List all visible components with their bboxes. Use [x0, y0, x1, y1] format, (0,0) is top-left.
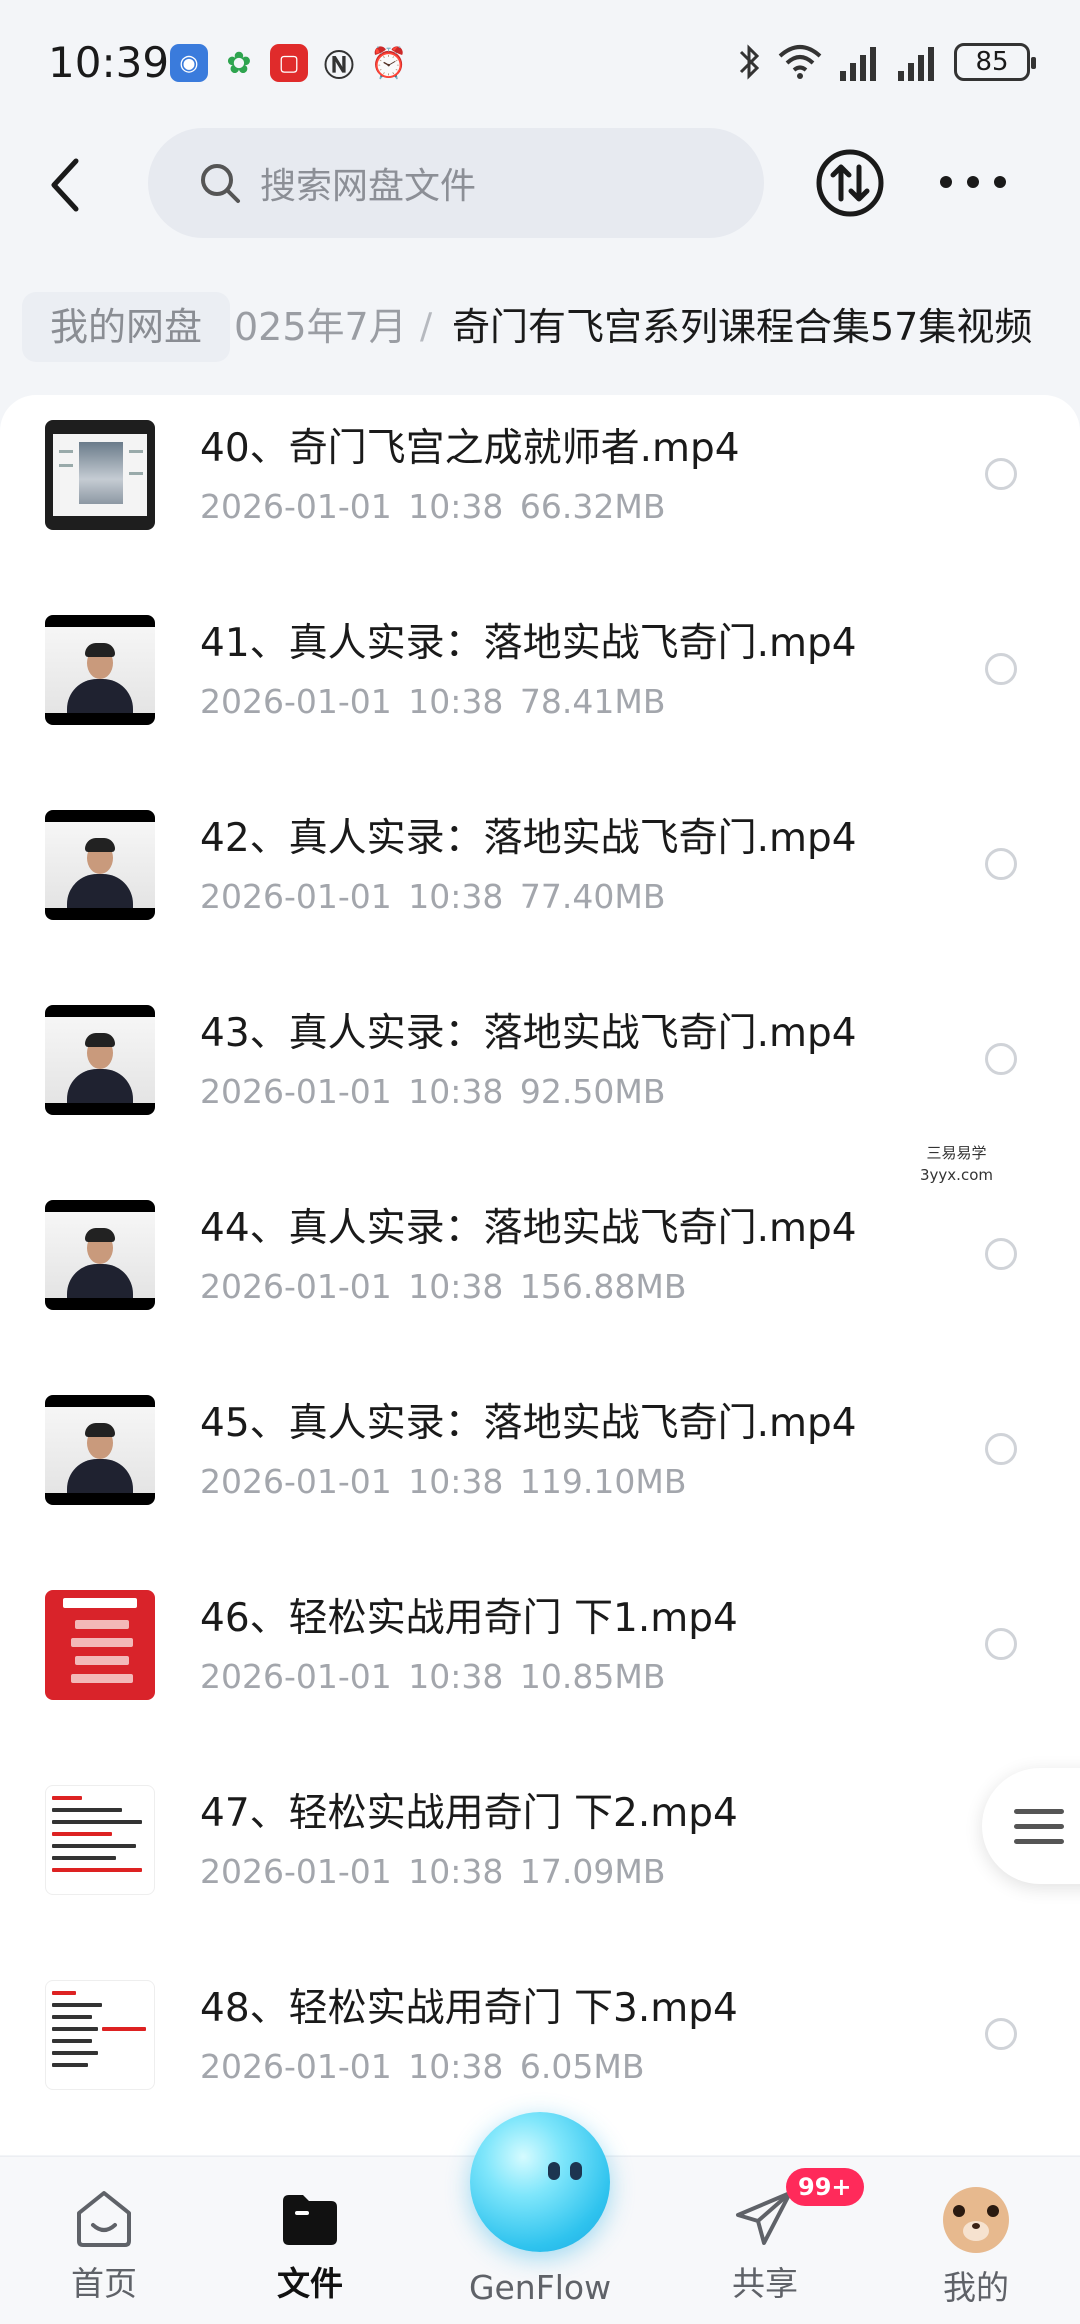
file-name: 48、轻松实战用奇门 下3.mp4	[200, 1986, 738, 2031]
file-meta: 2026-01-01 10:38 6.05MB	[200, 2047, 645, 2086]
file-row[interactable]: 43、真人实录：落地实战飞奇门.mp4 2026-01-01 10:38 92.…	[0, 980, 1080, 1175]
notification-icons: ◉ ✿ ▢ Ⓝ ⏰	[170, 44, 408, 84]
back-button[interactable]	[38, 150, 94, 220]
nav-home[interactable]: 首页	[34, 2187, 174, 2305]
more-options-button[interactable]	[940, 160, 1006, 204]
select-checkbox[interactable]	[985, 848, 1017, 880]
status-time: 10:39	[48, 38, 170, 87]
transfer-list-button[interactable]	[814, 147, 886, 219]
video-thumbnail	[45, 1590, 155, 1700]
file-meta: 2026-01-01 10:38 156.88MB	[200, 1267, 687, 1306]
nfc-icon: Ⓝ	[324, 49, 354, 84]
video-thumbnail	[45, 1005, 155, 1115]
breadcrumb-current: 奇门有飞宫系列课程合集57集视频	[452, 305, 1033, 349]
more-dot-icon	[994, 176, 1006, 188]
select-checkbox[interactable]	[985, 1628, 1017, 1660]
nav-files[interactable]: 文件	[240, 2187, 380, 2305]
file-meta: 2026-01-01 10:38 10.85MB	[200, 1657, 666, 1696]
select-checkbox[interactable]	[985, 1043, 1017, 1075]
file-meta: 2026-01-01 10:38 77.40MB	[200, 877, 666, 916]
file-row[interactable]: 40、奇门飞宫之成就师者.mp4 2026-01-01 10:38 66.32M…	[0, 395, 1080, 590]
home-icon	[77, 2191, 131, 2247]
more-dot-icon	[967, 176, 979, 188]
signal-icon-2	[898, 47, 934, 81]
video-thumbnail	[45, 420, 155, 530]
search-icon	[201, 164, 240, 203]
file-row[interactable]: 41、真人实录：落地实战飞奇门.mp4 2026-01-01 10:38 78.…	[0, 590, 1080, 785]
red-app-icon: ▢	[270, 44, 308, 82]
status-right: 85	[736, 42, 1036, 82]
file-name: 44、真人实录：落地实战飞奇门.mp4	[200, 1206, 857, 1251]
file-row[interactable]: 46、轻松实战用奇门 下1.mp4 2026-01-01 10:38 10.85…	[0, 1565, 1080, 1760]
alarm-off-icon: ⏰	[370, 45, 408, 81]
bluetooth-icon	[739, 44, 760, 80]
file-row[interactable]: 45、真人实录：落地实战飞奇门.mp4 2026-01-01 10:38 119…	[0, 1370, 1080, 1565]
status-bar: 10:39 ◉ ✿ ▢ Ⓝ ⏰ 85	[0, 0, 1080, 120]
orb-eye-icon	[548, 2162, 560, 2180]
file-row[interactable]: 47、轻松实战用奇门 下2.mp4 2026-01-01 10:38 17.09…	[0, 1760, 1080, 1955]
nav-genflow-label: GenFlow	[468, 2268, 612, 2307]
select-checkbox[interactable]	[985, 1238, 1017, 1270]
china-mobile-icon: ✿	[226, 45, 252, 81]
nav-files-label: 文件	[277, 2264, 343, 2303]
file-meta: 2026-01-01 10:38 66.32MB	[200, 487, 666, 526]
breadcrumb-folder[interactable]: 025年7月	[234, 292, 407, 362]
file-name: 43、真人实录：落地实战飞奇门.mp4	[200, 1011, 857, 1056]
file-meta: 2026-01-01 10:38 17.09MB	[200, 1852, 666, 1891]
avatar	[943, 2187, 1009, 2253]
file-list: 40、奇门飞宫之成就师者.mp4 2026-01-01 10:38 66.32M…	[0, 395, 1080, 2155]
video-thumbnail	[45, 1200, 155, 1310]
chevron-left-icon	[51, 158, 79, 212]
file-meta: 2026-01-01 10:38 78.41MB	[200, 682, 666, 721]
select-checkbox[interactable]	[985, 2018, 1017, 2050]
orb-eye-icon	[570, 2162, 582, 2180]
top-bar: 搜索网盘文件	[0, 120, 1080, 250]
search-input[interactable]: 搜索网盘文件	[148, 128, 764, 238]
nav-home-label: 首页	[71, 2264, 137, 2303]
battery-indicator: 85	[954, 43, 1036, 81]
video-thumbnail	[45, 1785, 155, 1895]
genflow-button[interactable]	[470, 2112, 610, 2252]
more-dot-icon	[940, 176, 952, 188]
file-name: 42、真人实录：落地实战飞奇门.mp4	[200, 816, 857, 861]
breadcrumb-home[interactable]: 我的网盘	[22, 292, 231, 362]
file-name: 41、真人实录：落地实战飞奇门.mp4	[200, 621, 857, 666]
video-thumbnail	[45, 615, 155, 725]
video-thumbnail	[45, 1395, 155, 1505]
breadcrumb: 我的网盘 025年7月 / 奇门有飞宫系列课程合集57集视频	[0, 282, 1080, 372]
signal-icon	[840, 47, 876, 81]
video-thumbnail	[45, 1980, 155, 2090]
watermark: 三易易学 3yyx.com	[920, 1144, 993, 1184]
folder-icon	[283, 2195, 337, 2245]
breadcrumb-separator: /	[420, 306, 433, 347]
app-notification-icon: ◉	[170, 44, 208, 82]
file-name: 40、奇门飞宫之成就师者.mp4	[200, 426, 740, 471]
nav-me[interactable]: 我的	[906, 2187, 1046, 2309]
select-checkbox[interactable]	[985, 458, 1017, 490]
menu-line-icon	[1014, 1838, 1064, 1844]
file-name: 45、真人实录：落地实战飞奇门.mp4	[200, 1401, 857, 1446]
video-thumbnail	[45, 810, 155, 920]
menu-line-icon	[1014, 1808, 1064, 1814]
nav-share-label: 共享	[732, 2264, 798, 2303]
search-placeholder: 搜索网盘文件	[260, 166, 477, 207]
netdisk-folder-screen: 10:39 ◉ ✿ ▢ Ⓝ ⏰ 85 搜索网盘文件 我的网盘 025年7月 / …	[0, 0, 1080, 2324]
file-row[interactable]: 42、真人实录：落地实战飞奇门.mp4 2026-01-01 10:38 77.…	[0, 785, 1080, 980]
file-name: 47、轻松实战用奇门 下2.mp4	[200, 1791, 738, 1836]
wifi-icon	[778, 45, 822, 79]
file-name: 46、轻松实战用奇门 下1.mp4	[200, 1596, 738, 1641]
file-row[interactable]: 44、真人实录：落地实战飞奇门.mp4 2026-01-01 10:38 156…	[0, 1175, 1080, 1370]
menu-line-icon	[1014, 1823, 1064, 1829]
select-checkbox[interactable]	[985, 653, 1017, 685]
share-badge: 99+	[786, 2168, 864, 2206]
select-checkbox[interactable]	[985, 1433, 1017, 1465]
file-meta: 2026-01-01 10:38 119.10MB	[200, 1462, 687, 1501]
nav-me-label: 我的	[943, 2268, 1009, 2307]
file-meta: 2026-01-01 10:38 92.50MB	[200, 1072, 666, 1111]
